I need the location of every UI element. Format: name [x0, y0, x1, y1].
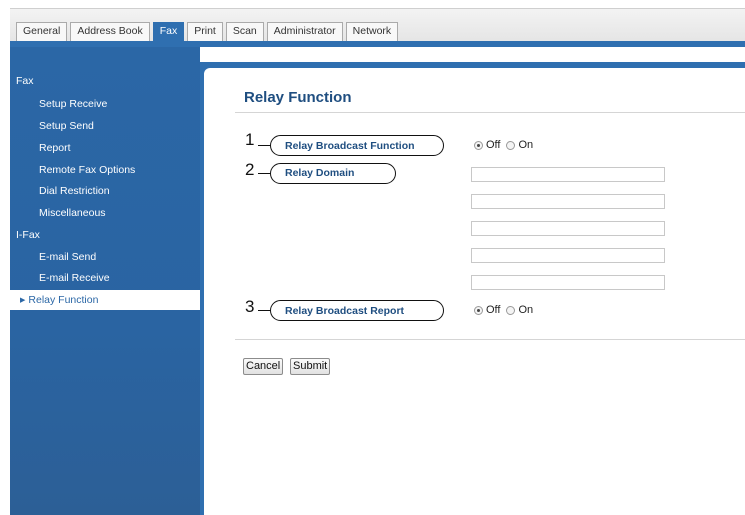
- sidebar-item-email-send[interactable]: E-mail Send: [39, 251, 96, 263]
- relay-broadcast-report-radio-group: Off On: [474, 304, 539, 316]
- form-divider: [235, 339, 745, 340]
- tab-general[interactable]: General: [16, 22, 68, 42]
- tab-address-book[interactable]: Address Book: [70, 22, 150, 42]
- page-title: Relay Function: [244, 89, 352, 106]
- relay-domain-input-3[interactable]: [471, 221, 665, 236]
- title-divider: [235, 112, 745, 113]
- relay-domain-input-2[interactable]: [471, 194, 665, 209]
- relay-broadcast-function-on-label: On: [518, 139, 534, 151]
- sidebar-item-dial-restriction[interactable]: Dial Restriction: [39, 185, 110, 197]
- tab-network[interactable]: Network: [345, 22, 399, 42]
- sidebar-item-setup-receive[interactable]: Setup Receive: [39, 98, 107, 110]
- tab-bar: General Address Book Fax Print Scan Admi…: [16, 22, 399, 42]
- relay-broadcast-report-on-radio[interactable]: [506, 305, 516, 315]
- tab-fax[interactable]: Fax: [152, 22, 185, 42]
- relay-domain-input-5[interactable]: [471, 275, 665, 290]
- tab-administrator[interactable]: Administrator: [266, 22, 343, 42]
- triangle-right-icon: ▶: [20, 297, 26, 304]
- submit-button[interactable]: Submit: [290, 358, 331, 375]
- relay-broadcast-function-on-radio[interactable]: [506, 140, 516, 150]
- callout-2: 2: [245, 160, 255, 179]
- tab-print[interactable]: Print: [187, 22, 223, 42]
- sidebar-item-relay-function-label: ▶ Relay Function: [20, 294, 99, 306]
- relay-broadcast-function-label: Relay Broadcast Function: [285, 140, 415, 152]
- tab-scan[interactable]: Scan: [225, 22, 264, 42]
- callout-3: 3: [245, 297, 255, 316]
- relay-broadcast-function-radio-group: Off On: [474, 139, 539, 151]
- relay-broadcast-report-label: Relay Broadcast Report: [285, 305, 405, 317]
- sidebar-item-setup-send[interactable]: Setup Send: [39, 120, 94, 132]
- sidebar-header-fax: Fax: [16, 75, 34, 87]
- cancel-button[interactable]: Cancel: [243, 358, 284, 375]
- relay-broadcast-report-off-radio[interactable]: [474, 305, 483, 315]
- sidebar-item-remote-fax-options[interactable]: Remote Fax Options: [39, 164, 135, 176]
- relay-broadcast-function-off-label: Off: [486, 139, 501, 151]
- relay-domain-input-1[interactable]: [471, 167, 665, 182]
- callout-1: 1: [245, 130, 255, 149]
- sidebar-header-ifax: I-Fax: [16, 229, 40, 241]
- sidebar-item-report[interactable]: Report: [39, 142, 71, 154]
- sidebar-item-miscellaneous[interactable]: Miscellaneous: [39, 207, 106, 219]
- relay-broadcast-report-on-label: On: [518, 304, 534, 316]
- relay-broadcast-function-off-radio[interactable]: [474, 140, 483, 150]
- relay-domain-label: Relay Domain: [285, 167, 355, 179]
- sidebar-item-email-receive[interactable]: E-mail Receive: [39, 272, 110, 284]
- relay-broadcast-report-off-label: Off: [486, 304, 501, 316]
- relay-domain-input-4[interactable]: [471, 248, 665, 263]
